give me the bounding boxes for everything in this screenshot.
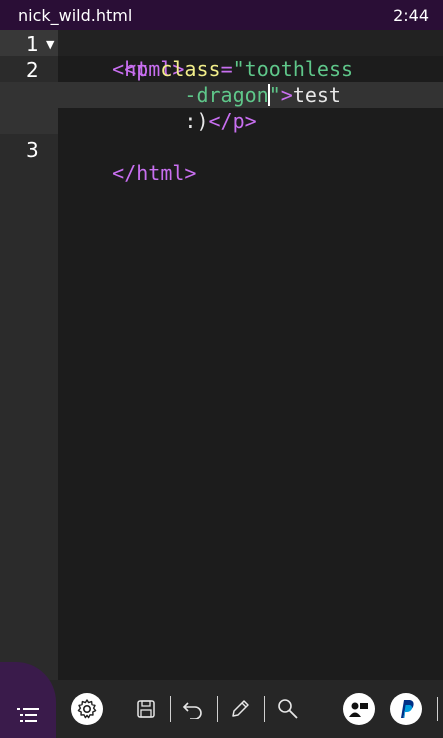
edit-icon <box>232 700 249 717</box>
save-button[interactable] <box>131 694 161 724</box>
save-icon <box>137 700 155 718</box>
attribute-value-part2: -dragon <box>184 83 269 107</box>
settings-button[interactable] <box>71 693 103 725</box>
scroll-edge-indicator <box>437 697 438 721</box>
edit-button[interactable] <box>225 694 255 724</box>
code-line-2-wrap-2: :)</p> <box>64 108 257 134</box>
share-button[interactable] <box>343 693 375 725</box>
clock: 2:44 <box>393 5 429 25</box>
text-content: test <box>292 83 341 107</box>
attribute-value-part1: "toothless <box>232 57 354 81</box>
line-number-3: 3 <box>26 138 39 162</box>
tag-close-bracket: > <box>280 83 293 107</box>
paypal-button[interactable] <box>390 693 422 725</box>
code-editor[interactable]: <html> <p class="toothless -dragon">test… <box>58 30 443 680</box>
code-line-3: </html> <box>64 134 196 212</box>
title-bar: nick_wild.html 2:44 <box>0 0 443 30</box>
attribute-quote: " <box>268 83 281 107</box>
p-open-tag: <p <box>124 57 161 81</box>
separator <box>170 696 171 722</box>
undo-icon <box>182 702 202 719</box>
share-icon <box>349 702 368 717</box>
list-icon <box>17 708 39 722</box>
gutter-row-highlight <box>0 82 58 134</box>
attribute-name: class <box>160 57 221 81</box>
search-icon <box>278 699 298 719</box>
line-number-2: 2 <box>26 58 39 82</box>
html-close-tag: </html> <box>112 161 197 185</box>
p-close-tag: </p> <box>208 109 257 133</box>
equals-sign: = <box>220 57 233 81</box>
bottom-toolbar <box>0 662 443 738</box>
text-content-smiley: :) <box>184 109 209 133</box>
file-name: nick_wild.html <box>18 5 133 25</box>
paypal-icon <box>401 700 414 718</box>
separator <box>217 696 218 722</box>
settings-icon <box>77 699 97 719</box>
undo-button[interactable] <box>178 694 208 724</box>
separator <box>264 696 265 722</box>
line-number-1: 1 <box>26 32 39 56</box>
fold-arrow-icon[interactable]: ▼ <box>46 38 54 51</box>
code-line-2: <p class="toothless <box>64 56 353 82</box>
search-button[interactable] <box>273 694 303 724</box>
code-line-2-wrap: -dragon">test <box>64 82 341 108</box>
line-gutter: 1 ▼ 2 3 <box>0 30 58 680</box>
